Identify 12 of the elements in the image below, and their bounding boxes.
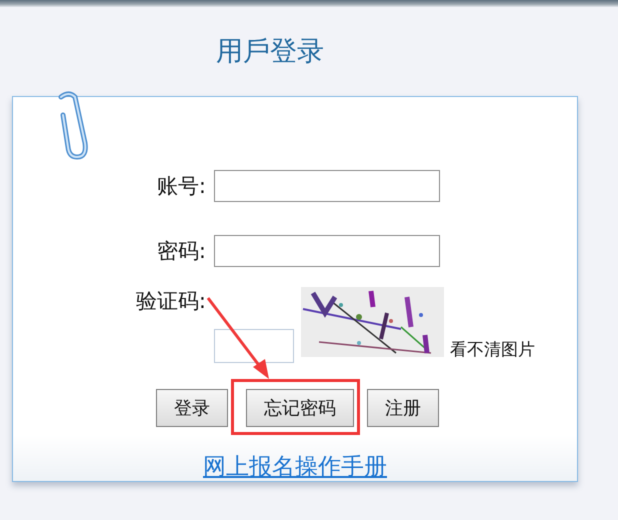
captcha-field[interactable] xyxy=(214,329,294,363)
account-field[interactable] xyxy=(214,170,440,202)
form-button[interactable]: 登录 xyxy=(156,389,228,427)
refresh-captcha-link[interactable]: 看不清图片 xyxy=(450,338,535,361)
form-button[interactable]: 忘记密码 xyxy=(246,389,354,427)
field-label: 密码: xyxy=(156,238,206,265)
field-label: 验证码: xyxy=(136,288,206,315)
field-label: 账号: xyxy=(156,173,206,200)
form-button[interactable]: 注册 xyxy=(367,389,439,427)
manual-link[interactable]: 网上报名操作手册 xyxy=(203,451,387,482)
page-title: 用戶登录 xyxy=(216,35,324,69)
password-field[interactable] xyxy=(214,235,440,267)
